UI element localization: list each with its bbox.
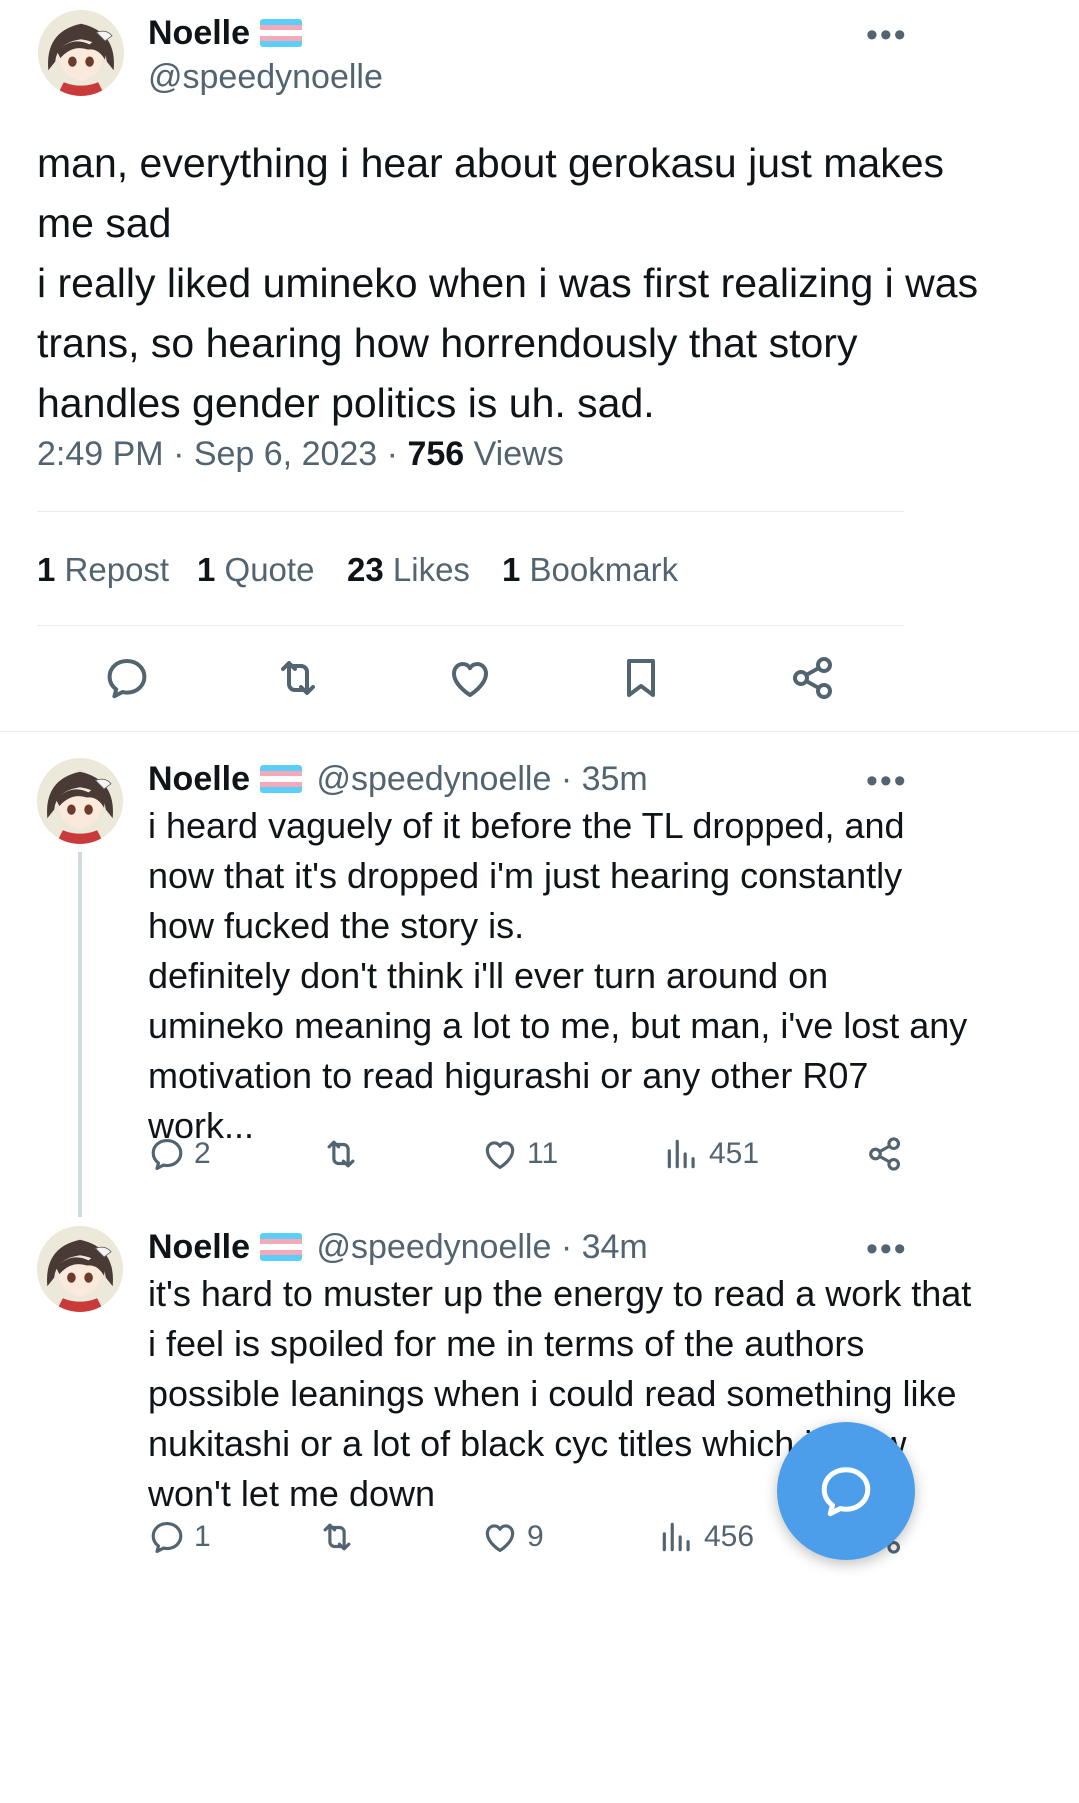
reply-author-name[interactable]: Noelle [148,1228,250,1266]
reply-text: i heard vaguely of it before the TL drop… [148,805,968,1146]
views-icon [663,1135,701,1173]
compose-reply-button[interactable] [777,1422,915,1560]
views-action[interactable]: 456 [658,1518,754,1556]
reply-icon [148,1135,186,1173]
repost-action[interactable] [318,1518,364,1556]
repost-icon [274,654,322,702]
author-avatar[interactable] [38,10,124,96]
views-action[interactable]: 451 [663,1135,759,1173]
share-icon [866,1135,904,1173]
trans-flag-icon [260,1233,303,1261]
like-action[interactable]: 11 [481,1135,558,1173]
more-options-icon[interactable]: ••• [866,16,908,55]
reply-handle-time[interactable]: @speedynoelle · 35m [317,760,648,798]
bookmark-icon [617,654,665,702]
tweet-meta: 2:49 PM · Sep 6, 2023 · 756 Views [37,435,564,474]
reply-avatar[interactable] [37,758,123,844]
more-options-icon[interactable]: ••• [866,762,908,801]
reply-tweet[interactable]: Noelle @speedynoelle · 35m ••• i heard v… [0,740,1079,1217]
share-button[interactable] [789,654,837,702]
compose-icon [816,1461,876,1521]
divider [0,731,1079,732]
views-icon [658,1518,696,1556]
bookmark-stat[interactable]: 1 Bookmark [502,551,678,589]
likes-stat[interactable]: 23 Likes [347,551,470,589]
heart-icon [481,1518,519,1556]
thread-line [78,852,82,1217]
reply-icon [103,654,151,702]
author-name[interactable]: Noelle [148,14,250,52]
tweet-timestamp[interactable]: 2:49 PM · Sep 6, 2023 · [37,435,407,473]
reply-icon [148,1518,186,1556]
author-name-row: Noelle [148,14,303,53]
reply-header: Noelle @speedynoelle · 34m [148,1228,648,1267]
repost-action[interactable] [322,1135,368,1173]
repost-icon [318,1518,356,1556]
heart-icon [481,1135,519,1173]
repost-icon [322,1135,360,1173]
repost-button[interactable] [274,654,322,702]
repost-stat[interactable]: 1 Repost [37,551,169,589]
like-button[interactable] [446,654,494,702]
like-action[interactable]: 9 [481,1518,544,1556]
views-count: 756 [407,435,465,473]
share-icon [789,654,837,702]
views-label: Views [464,435,564,473]
heart-icon [446,654,494,702]
reply-tweet[interactable]: Noelle @speedynoelle · 34m ••• it's hard… [0,1210,1079,1803]
divider [37,625,904,626]
author-handle[interactable]: @speedynoelle [148,58,383,97]
reply-action[interactable]: 2 [148,1135,211,1173]
more-options-icon[interactable]: ••• [866,1230,908,1269]
reply-handle-time[interactable]: @speedynoelle · 34m [317,1228,648,1266]
reply-author-name[interactable]: Noelle [148,760,250,798]
divider [37,511,904,512]
trans-flag-icon [260,765,303,793]
reply-action[interactable]: 1 [148,1518,211,1556]
reply-header: Noelle @speedynoelle · 35m [148,760,648,799]
reply-button[interactable] [103,654,151,702]
quote-stat[interactable]: 1 Quote [197,551,314,589]
reply-avatar[interactable] [37,1226,123,1312]
bookmark-button[interactable] [617,654,665,702]
share-action[interactable] [866,1135,904,1173]
tweet-text: man, everything i hear about gerokasu ju… [37,140,979,426]
trans-flag-icon [260,19,303,47]
